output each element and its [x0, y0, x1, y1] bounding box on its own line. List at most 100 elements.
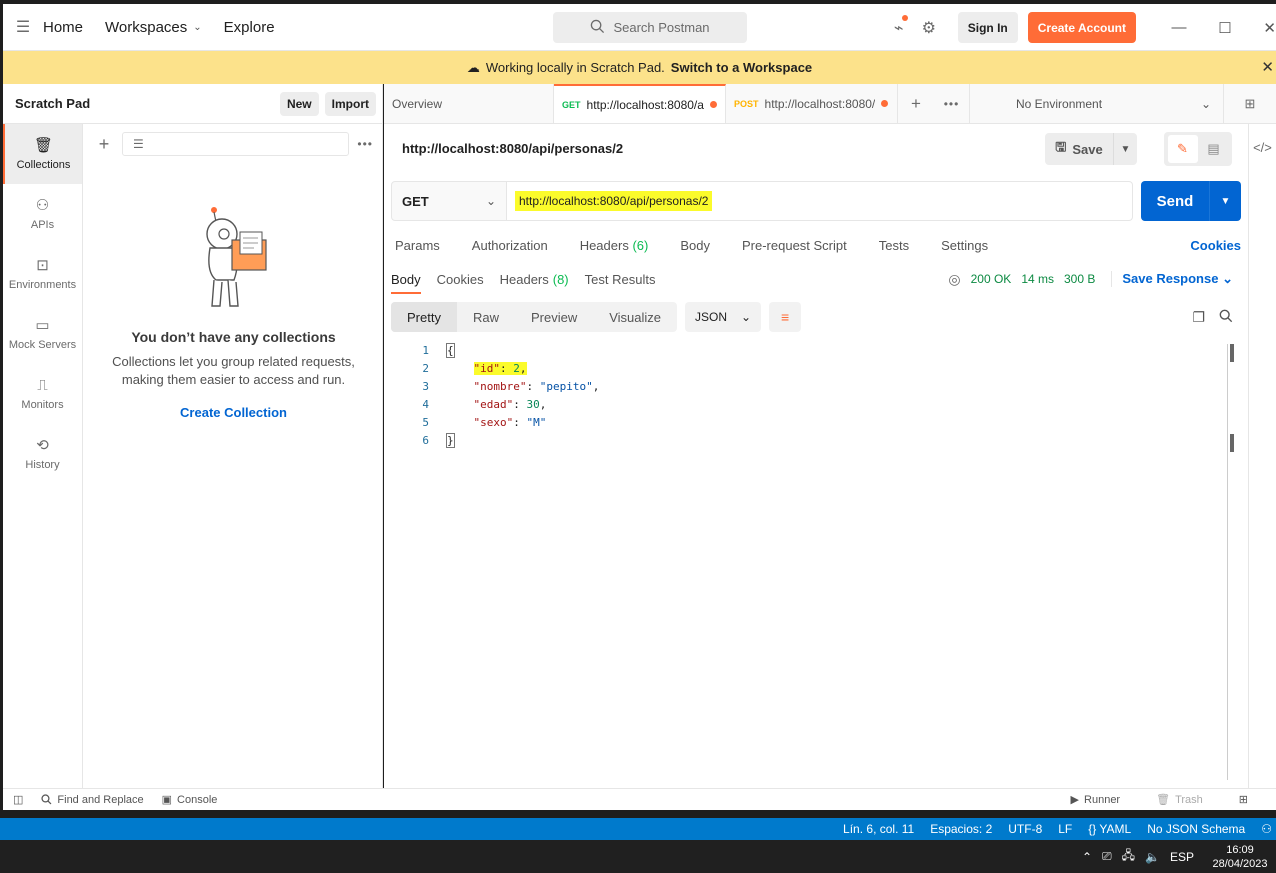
more-icon[interactable]: ••• — [357, 137, 373, 151]
sign-in-button[interactable]: Sign In — [957, 12, 1018, 43]
tab-pre-request-script[interactable]: Pre-request Script — [742, 238, 847, 253]
create-account-button[interactable]: Create Account — [1027, 12, 1136, 43]
code-icon[interactable]: </> — [1253, 140, 1272, 155]
maximize-icon[interactable]: ☐ — [1202, 19, 1248, 37]
response-time[interactable]: 14 ms — [1021, 272, 1054, 286]
scratch-pad-title: Scratch Pad — [15, 96, 91, 111]
resp-tab-cookies[interactable]: Cookies — [437, 264, 484, 294]
close-window-icon[interactable]: ✕ — [1248, 19, 1276, 37]
tab-authorization[interactable]: Authorization — [472, 238, 548, 253]
globe-icon[interactable]: ◎ — [948, 271, 960, 288]
wrap-lines-icon[interactable]: ≡ — [769, 302, 802, 332]
cookies-link[interactable]: Cookies — [1190, 238, 1241, 253]
nav-workspaces[interactable]: Workspaces ⌄ — [105, 19, 202, 36]
clock-date: 28/04/2023 — [1212, 857, 1268, 870]
console-button[interactable]: ▣ Console — [162, 793, 218, 807]
line-number: 3 — [422, 380, 429, 393]
clock[interactable]: 16:09 28/04/2023 — [1204, 843, 1276, 871]
volume-icon[interactable]: 🔈 — [1145, 850, 1160, 864]
method-select[interactable]: GET ⌄ — [391, 181, 507, 221]
format-select[interactable]: JSON ⌄ — [685, 302, 762, 332]
collections-pane: + ☰ ••• You don’t have any collections C… — [84, 124, 383, 788]
resp-tab-headers[interactable]: Headers (8) — [500, 264, 569, 294]
sidebar-item-apis[interactable]: ⚇ APIs — [3, 184, 82, 244]
editor-scrollbar[interactable] — [1227, 344, 1228, 780]
tab-tests[interactable]: Tests — [879, 238, 909, 253]
network-icon[interactable]: 🖧 — [1122, 846, 1135, 867]
trash-button[interactable]: 🗑 Trash — [1156, 793, 1203, 807]
nav-home[interactable]: Home — [43, 19, 83, 36]
language-indicator[interactable]: ESP — [1170, 850, 1194, 864]
chevron-up-icon[interactable]: ⌃ — [1082, 850, 1092, 864]
console-label: Console — [177, 793, 218, 806]
view-raw[interactable]: Raw — [457, 302, 515, 332]
language-mode[interactable]: {} YAML — [1088, 822, 1131, 836]
view-visualize[interactable]: Visualize — [593, 302, 677, 332]
menu-icon[interactable]: ☰ — [3, 17, 43, 37]
new-tab-icon[interactable]: + — [898, 84, 934, 123]
new-button[interactable]: New — [279, 91, 319, 116]
view-preview[interactable]: Preview — [515, 302, 593, 332]
save-response-button[interactable]: Save Response ⌄ — [1111, 271, 1233, 287]
tab-post-request[interactable]: POST http://localhost:8080/ — [726, 84, 898, 123]
tab-overview[interactable]: Overview — [384, 84, 554, 123]
cloud-off-icon: ☁ — [466, 59, 480, 75]
pencil-icon[interactable]: ✎ — [1167, 135, 1198, 163]
api-icon: ⚇ — [35, 196, 50, 214]
sidebar-item-collections[interactable]: 🗑 Collections — [3, 124, 82, 184]
url-input[interactable]: http://localhost:8080/api/personas/2 — [507, 181, 1133, 221]
response-size[interactable]: 300 B — [1064, 272, 1095, 286]
devices-icon[interactable]: ⎚ — [1102, 849, 1112, 864]
headers-count: (6) — [632, 237, 649, 253]
sidebar-item-history[interactable]: ⟲ History — [3, 424, 82, 484]
tab-params[interactable]: Params — [395, 238, 440, 253]
feedback-icon[interactable]: ⚇ — [1261, 822, 1272, 836]
sidebar-item-label: History — [25, 458, 60, 471]
indentation[interactable]: Espacios: 2 — [930, 822, 992, 836]
environment-select[interactable]: No Environment ⌄ — [1004, 84, 1224, 123]
tab-body[interactable]: Body — [680, 238, 710, 253]
cursor-position[interactable]: Lín. 6, col. 11 — [843, 822, 914, 836]
search-input[interactable]: Search Postman — [553, 12, 747, 43]
json-schema[interactable]: No JSON Schema — [1147, 822, 1245, 836]
more-tabs-icon[interactable]: ••• — [934, 84, 970, 123]
request-title[interactable]: http://localhost:8080/api/personas/2 — [402, 141, 623, 156]
response-tabs: Body Cookies Headers (8) Test Results ◎ 2… — [391, 264, 1241, 294]
nav-explore[interactable]: Explore — [224, 19, 275, 36]
satellite-icon[interactable]: ⌁ — [884, 14, 914, 38]
switch-workspace-link[interactable]: Switch to a Workspace — [671, 60, 812, 75]
add-icon[interactable]: + — [94, 134, 114, 155]
close-icon[interactable]: ✕ — [1261, 58, 1274, 76]
runner-button[interactable]: ▶ Runner — [1071, 793, 1121, 807]
response-body-editor[interactable]: 1 2 3 4 5 6 { "id": 2, "nombre": "pepito… — [409, 343, 1229, 784]
status-code[interactable]: 200 OK — [971, 272, 1012, 286]
tab-headers[interactable]: Headers (6) — [580, 238, 649, 253]
line-ending[interactable]: LF — [1058, 822, 1072, 836]
gear-icon[interactable]: ⚙ — [914, 18, 944, 38]
copy-icon[interactable]: ❐ — [1192, 309, 1205, 326]
minimize-icon[interactable]: — — [1156, 19, 1202, 36]
layout-icon[interactable]: ⊞ — [1239, 793, 1248, 806]
empty-title: You don’t have any collections — [131, 329, 336, 345]
save-dropdown[interactable]: ▼ — [1113, 133, 1137, 165]
resp-tab-body[interactable]: Body — [391, 264, 421, 294]
import-button[interactable]: Import — [324, 91, 376, 116]
search-icon[interactable] — [1219, 309, 1233, 326]
sidebar-toggle-icon[interactable]: ◫ — [13, 793, 23, 806]
environment-quick-look-icon[interactable]: ⊞ — [1224, 84, 1276, 123]
create-collection-link[interactable]: Create Collection — [84, 405, 383, 420]
comment-icon[interactable]: ▤ — [1199, 135, 1229, 163]
sidebar-item-mock-servers[interactable]: ▭ Mock Servers — [3, 304, 82, 364]
sidebar-item-monitors[interactable]: ⎍ Monitors — [3, 364, 82, 424]
save-button[interactable]: 🖫 Save — [1045, 133, 1113, 165]
find-replace-button[interactable]: Find and Replace — [41, 794, 144, 806]
send-button[interactable]: Send — [1141, 181, 1209, 221]
resp-tab-test-results[interactable]: Test Results — [585, 264, 656, 294]
tab-get-request[interactable]: GET http://localhost:8080/a — [554, 84, 726, 123]
filter-input[interactable]: ☰ — [122, 132, 350, 156]
sidebar-item-environments[interactable]: ⊡ Environments — [3, 244, 82, 304]
view-pretty[interactable]: Pretty — [391, 302, 457, 332]
encoding[interactable]: UTF-8 — [1008, 822, 1042, 836]
tab-settings[interactable]: Settings — [941, 238, 988, 253]
send-dropdown[interactable]: ▼ — [1209, 181, 1241, 221]
